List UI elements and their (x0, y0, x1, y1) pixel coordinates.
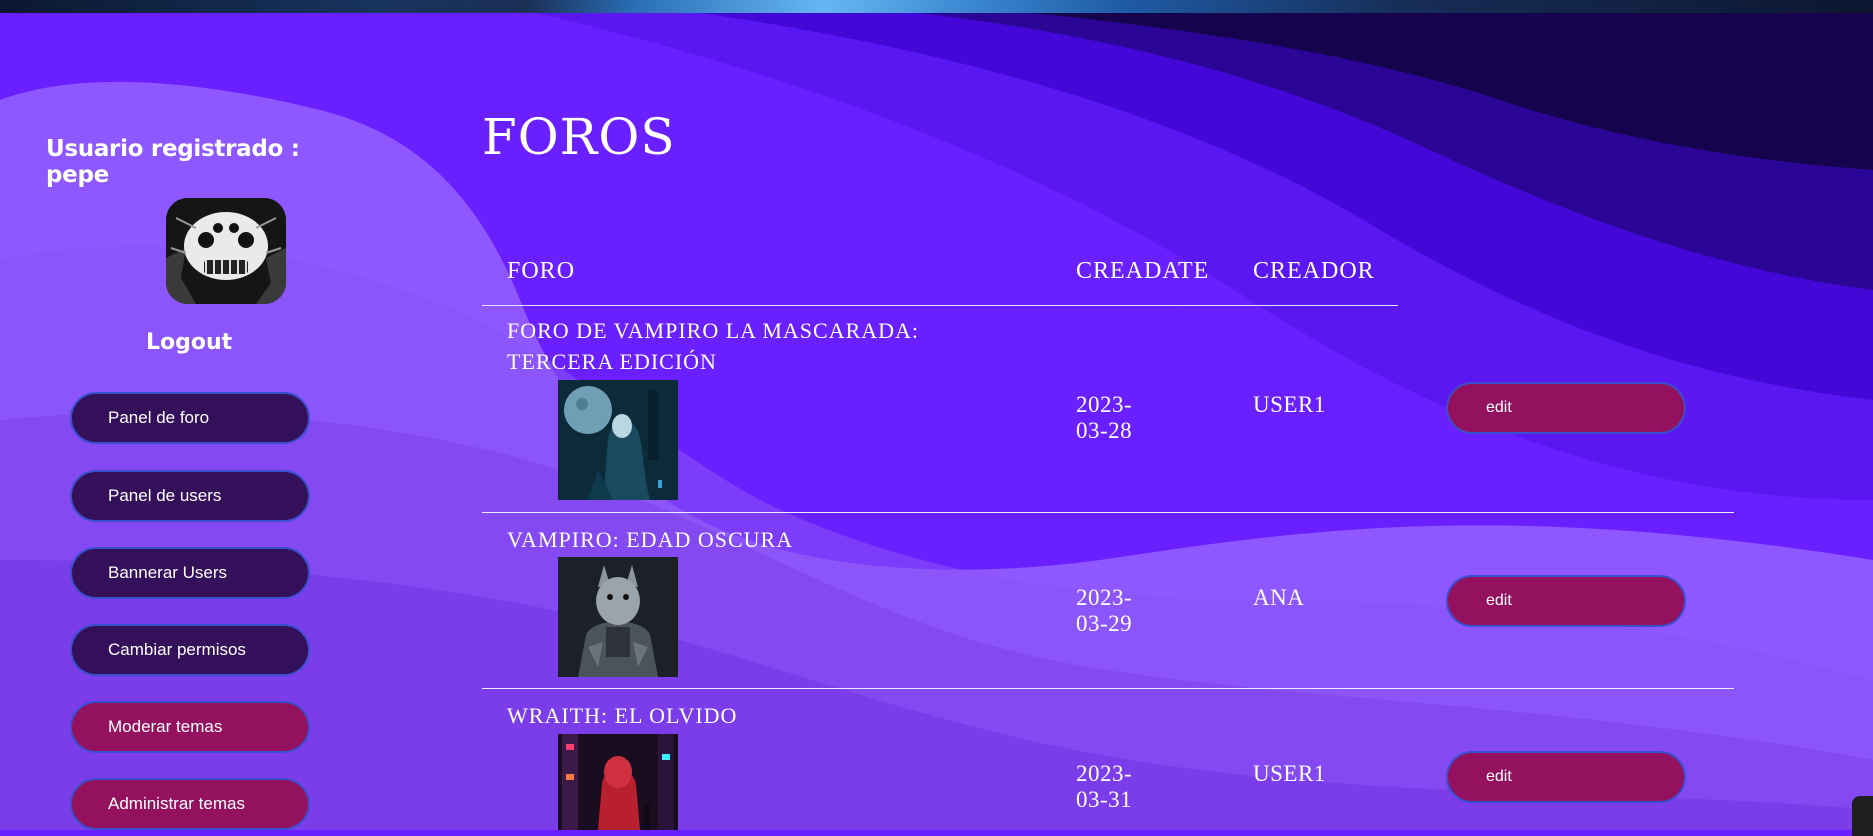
registered-user-label: Usuario registrado : pepe (46, 136, 300, 188)
panel-users-button[interactable]: Panel de users (70, 470, 310, 522)
forum-name[interactable]: VAMPIRO: EDAD OSCURA (507, 524, 1027, 555)
page-title: FOROS (482, 108, 676, 166)
edit-forum-button[interactable]: edit (1446, 382, 1686, 434)
edit-forum-button[interactable]: edit (1446, 575, 1686, 627)
row-divider (482, 512, 1734, 513)
forum-thumbnail (558, 380, 678, 500)
forum-creator: USER1 (1253, 392, 1326, 417)
column-header-createdate: CREADATE (1076, 258, 1210, 284)
column-header-foro: FORO (507, 258, 576, 284)
header-banner-image (0, 0, 1873, 13)
forum-thumbnail (558, 734, 678, 830)
ban-users-button[interactable]: Bannerar Users (70, 547, 310, 599)
panel-foro-button[interactable]: Panel de foro (70, 392, 310, 444)
edit-forum-button[interactable]: edit (1446, 751, 1686, 803)
header-divider (482, 305, 1398, 306)
moderate-topics-button[interactable]: Moderar temas (70, 701, 310, 753)
floating-widget-icon[interactable] (1852, 796, 1873, 836)
forum-createdate: 2023-03-28 (1076, 392, 1133, 443)
row-divider (482, 688, 1734, 689)
forum-creator: USER1 (1253, 761, 1326, 786)
forum-creator: ANA (1253, 585, 1305, 610)
change-permissions-button[interactable]: Cambiar permisos (70, 624, 310, 676)
forum-createdate: 2023-03-31 (1076, 761, 1133, 812)
logout-link[interactable]: Logout (146, 330, 232, 355)
forum-thumbnail (558, 557, 678, 677)
forum-name[interactable]: WRAITH: EL OLVIDO (507, 700, 1027, 731)
forum-name[interactable]: FORO DE VAMPIRO LA MASCARADA: TERCERA ED… (507, 315, 1027, 377)
column-header-creador: CREADOR (1253, 258, 1375, 284)
forum-createdate: 2023-03-29 (1076, 585, 1133, 636)
user-avatar (166, 198, 286, 304)
manage-topics-button[interactable]: Administrar temas (70, 778, 310, 830)
